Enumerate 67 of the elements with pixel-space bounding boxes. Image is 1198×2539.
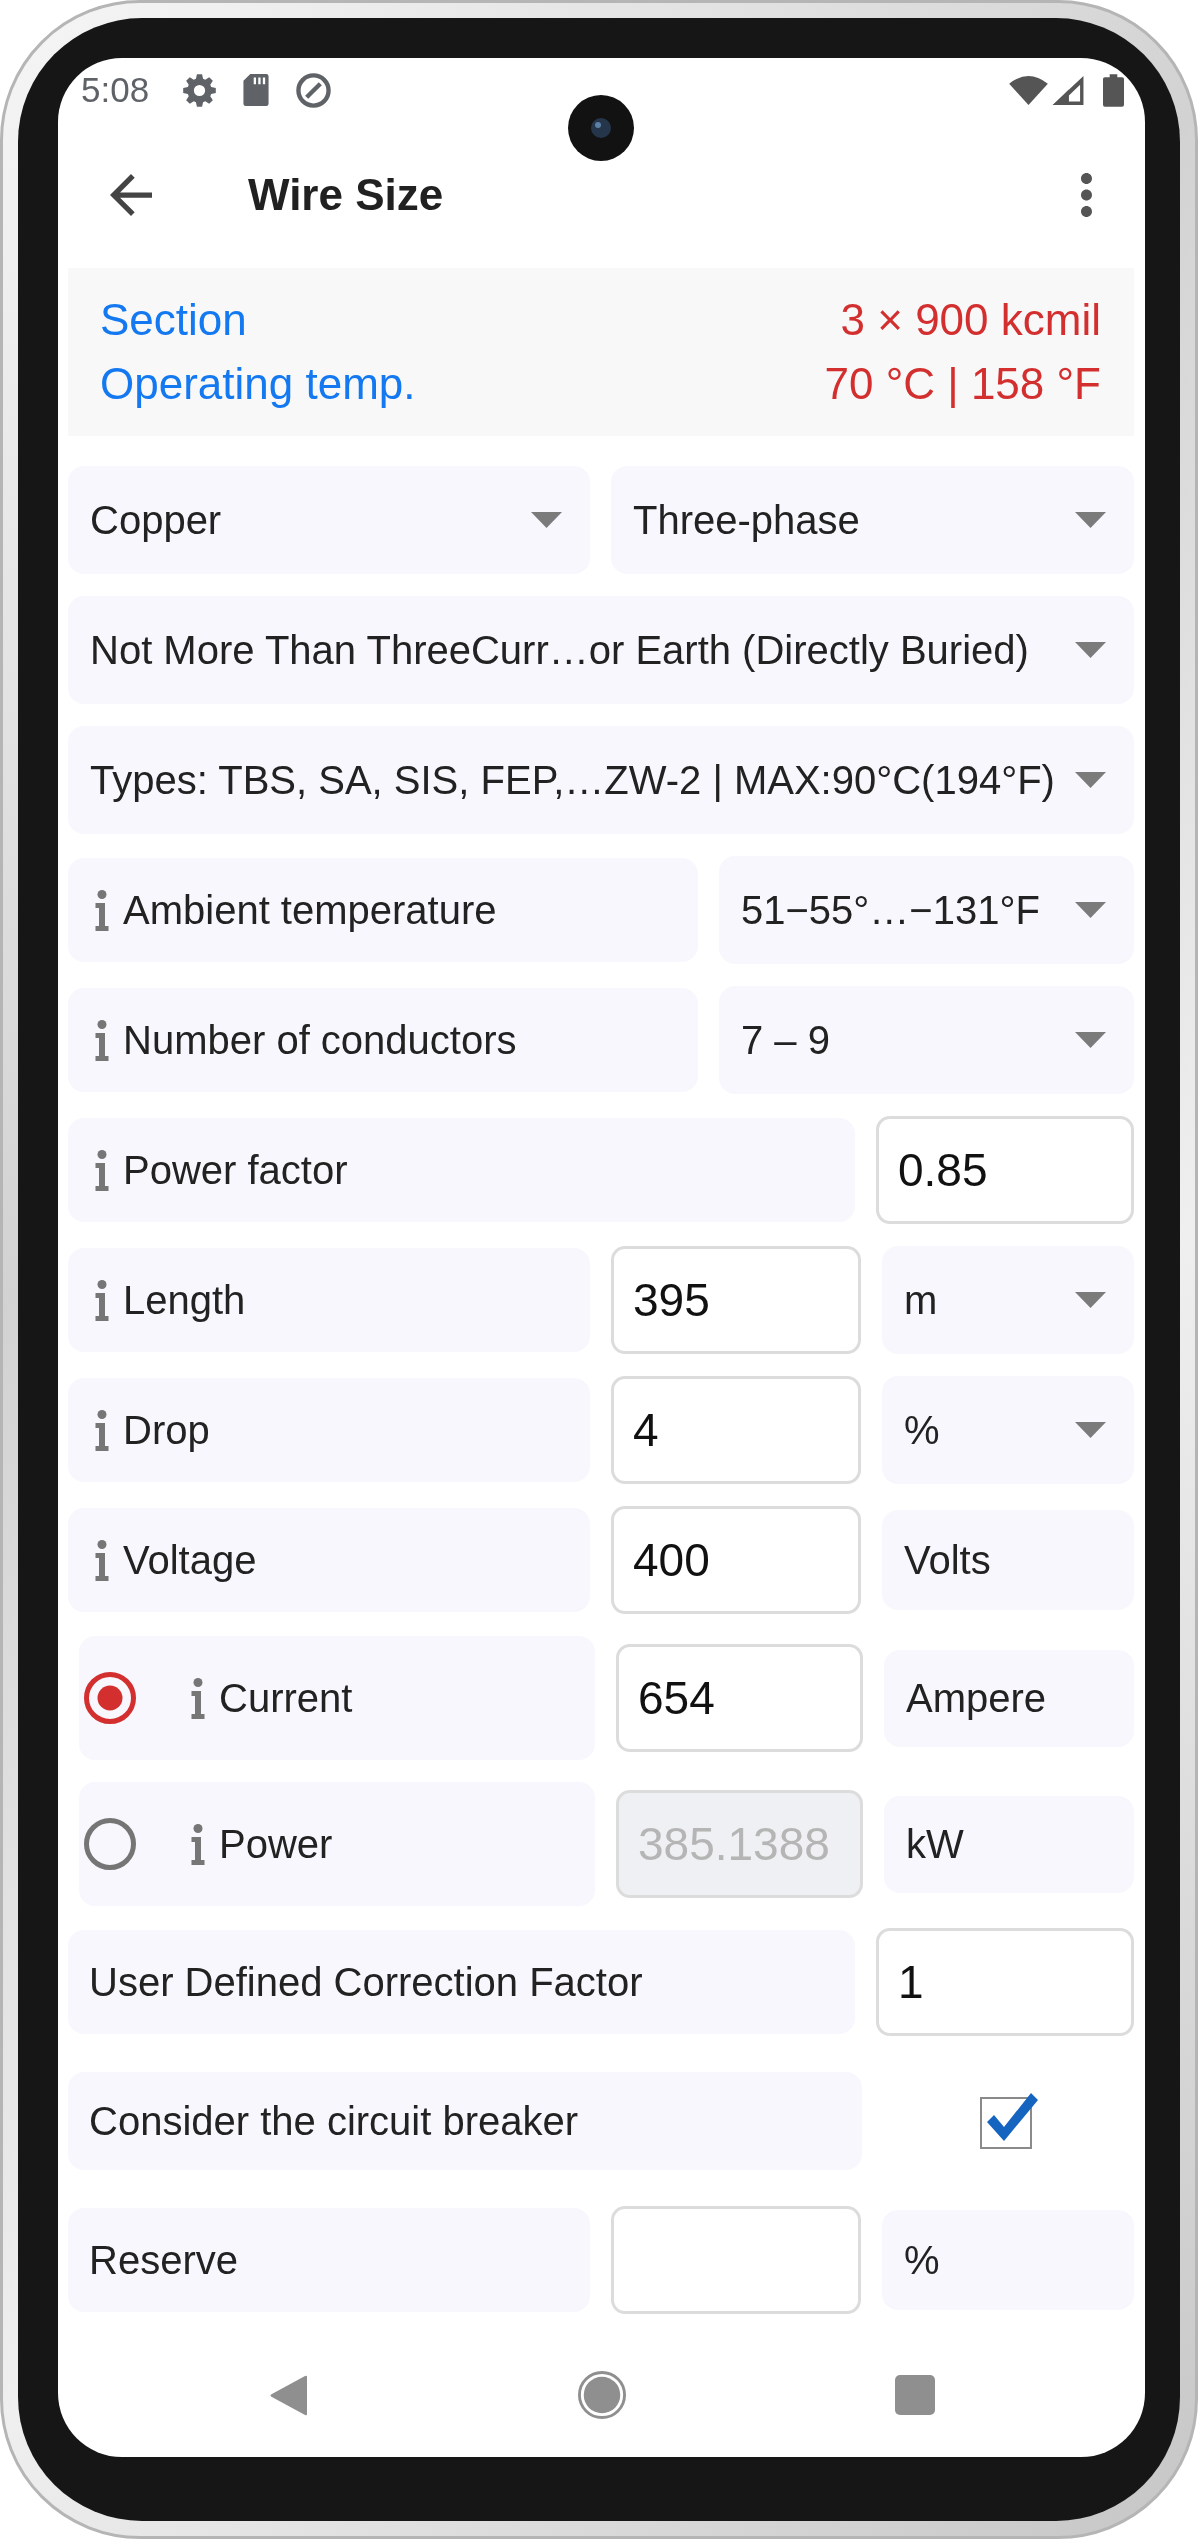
input-field[interactable]: 4 [611,1376,861,1484]
field-label: User Defined Correction Factor [89,1959,643,2005]
dropdown[interactable]: Copper [68,466,590,574]
info-icon[interactable] [95,1539,109,1581]
battery-icon [1103,73,1124,107]
field-label: Consider the circuit breaker [89,2098,579,2144]
nav-recents-icon[interactable] [894,2375,935,2415]
caret-icon [1075,1032,1106,1048]
info-icon[interactable] [95,889,109,931]
dropdown[interactable]: 7 – 9 [719,986,1134,1094]
radio-button[interactable] [84,1672,136,1724]
summary-label: Section [100,295,247,345]
field-label: Power [219,1821,333,1867]
radio-button[interactable] [84,1818,136,1870]
screen-title: Wire Size [248,170,445,220]
back-arrow-icon [110,174,152,216]
summary-value: 3 × 900 kcmil [840,295,1101,345]
info-icon[interactable] [191,1823,205,1865]
dropdown[interactable]: Types: TBS, SA, SIS, FEP,…ZW-2 | MAX:90°C(194°F) [68,726,1134,834]
info-icon[interactable] [95,1149,109,1191]
input-field[interactable]: 400 [611,1506,861,1614]
checkbox[interactable] [979,2093,1038,2149]
field-label: Voltage [123,1537,257,1583]
field-label: Drop [123,1407,210,1453]
unit-label: kW [884,1795,1134,1893]
sd-card-icon [243,74,270,106]
unit-label: % [882,2210,1134,2310]
info-icon[interactable] [191,1677,205,1719]
input-field[interactable]: 654 [616,1644,863,1752]
field-label: Current [219,1675,353,1721]
nav-back-icon[interactable] [270,2374,307,2416]
caret-icon [1075,1292,1106,1308]
caret-icon [1075,512,1106,528]
more-options-icon [1080,173,1092,217]
circle-slash-icon [296,72,332,108]
summary-label: Operating temp. [100,359,416,409]
caret-icon [1075,902,1106,918]
unit-label: Ampere [884,1649,1134,1747]
dropdown[interactable]: % [882,1376,1134,1484]
field-label: Number of conductors [123,1017,517,1063]
dropdown[interactable]: m [882,1246,1134,1354]
signal-icon [1052,75,1084,105]
caret-icon [1075,642,1106,658]
input-field[interactable]: 1 [876,1928,1134,2036]
input-field[interactable]: 0.85 [876,1116,1134,1224]
field-label: Ambient temperature [123,887,497,933]
input-field[interactable] [611,2206,861,2314]
wifi-icon [1009,75,1048,105]
info-icon[interactable] [95,1019,109,1061]
field-label: Reserve [89,2237,238,2283]
camera-lens-icon [568,95,634,161]
field-label: Power factor [123,1147,348,1193]
dropdown[interactable]: Three-phase [611,466,1134,574]
unit-label: Volts [882,1510,1134,1610]
info-icon[interactable] [95,1409,109,1451]
dropdown[interactable]: 51−55°…−131°F [719,856,1134,964]
info-icon[interactable] [95,1279,109,1321]
dropdown[interactable]: Not More Than ThreeCurr…or Earth (Directly Buried) [68,596,1134,704]
caret-icon [1075,772,1106,788]
status-time: 5:08 [81,70,150,110]
input-field[interactable]: 395 [611,1246,861,1354]
nav-home-icon[interactable] [577,2371,626,2419]
settings-icon [183,73,217,107]
field-label: Length [123,1277,246,1323]
caret-icon [531,512,562,528]
caret-icon [1075,1422,1106,1438]
summary-value: 70 °C | 158 °F [824,359,1101,409]
